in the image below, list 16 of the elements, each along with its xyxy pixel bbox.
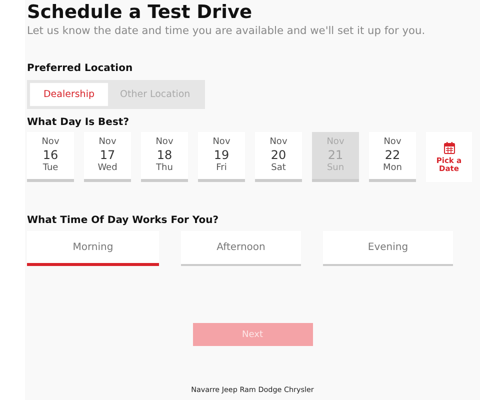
day-card[interactable]: Nov 19 Fri: [198, 132, 245, 182]
page-title: Schedule a Test Drive: [27, 2, 252, 24]
calendar-icon: [444, 142, 454, 154]
page-subtitle: Let us know the date and time you are available and we'll set it up for you.: [27, 25, 426, 38]
time-option[interactable]: Evening: [323, 231, 453, 266]
time-option[interactable]: Afternoon: [181, 231, 301, 266]
day-card[interactable]: Nov 16 Tue: [27, 132, 74, 182]
section-label: Preferred Location: [27, 62, 133, 75]
day-card[interactable]: Nov 18 Thu: [141, 132, 188, 182]
section-label: What Time Of Day Works For You?: [27, 214, 219, 227]
location-option[interactable]: Dealership: [30, 83, 108, 106]
day-card[interactable]: Nov 20 Sat: [255, 132, 302, 182]
time-option[interactable]: Morning: [27, 231, 159, 266]
day-card[interactable]: Nov 17 Wed: [84, 132, 131, 182]
day-card[interactable]: Nov 22 Mon: [369, 132, 416, 182]
section-label: What Day Is Best?: [27, 116, 129, 129]
